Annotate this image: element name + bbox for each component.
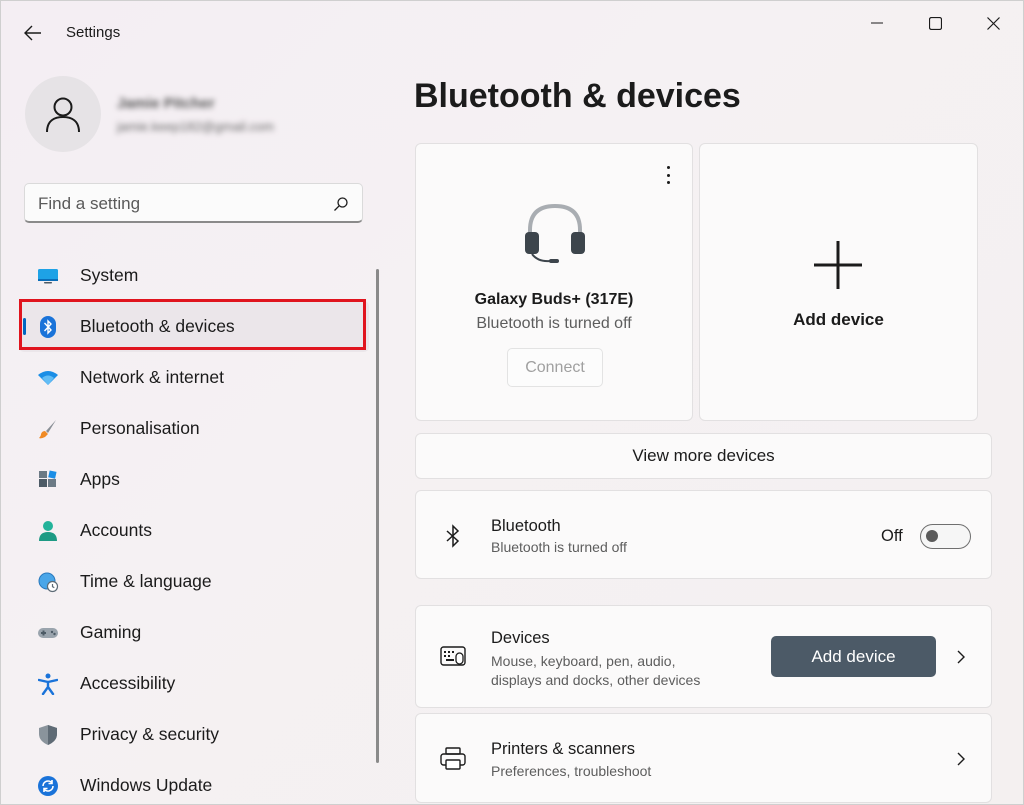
devices-title: Devices <box>491 629 550 647</box>
chevron-right-icon <box>954 650 968 664</box>
minimize-icon <box>871 22 883 24</box>
bluetooth-icon <box>440 523 466 549</box>
printers-subtitle: Preferences, troubleshoot <box>491 763 652 779</box>
sidebar-item-time-language[interactable]: Time & language <box>19 556 369 607</box>
toggle-state-label: Off <box>881 527 903 545</box>
printer-icon <box>440 746 466 772</box>
sidebar-item-windows-update[interactable]: Windows Update <box>19 760 369 804</box>
view-more-devices-button[interactable]: View more devices <box>415 433 992 479</box>
plus-icon <box>814 241 862 289</box>
printers-title: Printers & scanners <box>491 740 635 758</box>
apps-icon <box>37 469 59 491</box>
bluetooth-subtitle: Bluetooth is turned off <box>491 539 627 555</box>
add-device-card[interactable]: Add device <box>699 143 978 421</box>
wifi-icon <box>37 367 59 389</box>
sidebar-item-accounts[interactable]: Accounts <box>19 505 369 556</box>
sidebar-item-label: Gaming <box>80 622 142 642</box>
sidebar-item-label: Personalisation <box>80 418 200 438</box>
sidebar-item-label: Network & internet <box>80 367 224 387</box>
app-title: Settings <box>66 24 121 41</box>
sidebar-item-label: System <box>80 265 139 285</box>
maximize-button[interactable] <box>912 9 958 37</box>
device-status: Bluetooth is turned off <box>476 315 632 332</box>
more-options-icon[interactable] <box>660 164 676 186</box>
search-box <box>24 183 363 223</box>
back-button[interactable] <box>19 19 47 47</box>
accessibility-icon <box>37 673 59 695</box>
bluetooth-setting-row: Bluetooth Bluetooth is turned off Off <box>415 490 992 579</box>
shield-icon <box>37 724 59 746</box>
bluetooth-title: Bluetooth <box>491 517 561 535</box>
system-display-icon <box>37 265 59 287</box>
user-name: Jamie Pitcher <box>117 95 215 112</box>
user-icon <box>46 97 80 133</box>
sidebar-item-bluetooth-devices[interactable]: Bluetooth & devices <box>19 301 369 352</box>
device-name: Galaxy Buds+ (317E) <box>474 291 634 308</box>
sidebar-item-system[interactable]: System <box>19 250 369 301</box>
gamepad-icon <box>37 622 59 644</box>
maximize-icon <box>928 16 942 30</box>
view-more-label: View more devices <box>632 446 775 465</box>
sidebar-item-label: Apps <box>80 469 120 489</box>
sidebar-item-label: Windows Update <box>80 775 213 795</box>
sidebar-item-network-internet[interactable]: Network & internet <box>19 352 369 403</box>
sidebar-item-label: Time & language <box>80 571 212 591</box>
bluetooth-toggle[interactable] <box>920 524 971 549</box>
keyboard-mouse-icon <box>440 644 466 670</box>
sidebar-item-privacy-security[interactable]: Privacy & security <box>19 709 369 760</box>
add-device-button[interactable]: Add device <box>771 636 936 677</box>
accounts-icon <box>37 520 59 542</box>
minimize-button[interactable] <box>854 9 900 37</box>
sidebar-item-apps[interactable]: Apps <box>19 454 369 505</box>
chevron-right-icon <box>954 752 968 766</box>
page-title: Bluetooth & devices <box>414 77 741 115</box>
connect-button[interactable]: Connect <box>507 348 603 387</box>
printers-scanners-row[interactable]: Printers & scanners Preferences, trouble… <box>415 713 992 803</box>
devices-subtitle-line2: displays and docks, other devices <box>491 672 701 688</box>
back-arrow-icon <box>24 25 41 41</box>
devices-setting-row[interactable]: Devices Mouse, keyboard, pen, audio, dis… <box>415 605 992 708</box>
search-input[interactable] <box>38 192 328 216</box>
windows-update-icon <box>37 775 59 797</box>
title-bar: Settings <box>1 1 1023 63</box>
add-device-label: Add device <box>793 310 884 329</box>
bluetooth-icon <box>37 315 59 338</box>
settings-window: Settings Jamie Pitcher jamie.keep182@gma… <box>0 0 1024 805</box>
user-email: jamie.keep182@gmail.com <box>117 119 274 134</box>
time-language-icon <box>37 571 59 593</box>
devices-subtitle-line1: Mouse, keyboard, pen, audio, <box>491 653 676 669</box>
sidebar-item-accessibility[interactable]: Accessibility <box>19 658 369 709</box>
sidebar-item-personalisation[interactable]: Personalisation <box>19 403 369 454</box>
sidebar-item-label: Privacy & security <box>80 724 220 744</box>
sidebar-nav: System Bluetooth & devices Network & int… <box>19 250 369 804</box>
sidebar-item-gaming[interactable]: Gaming <box>19 607 369 658</box>
search-icon[interactable] <box>333 196 349 212</box>
close-icon <box>986 16 1000 30</box>
sidebar-item-label: Accounts <box>80 520 152 540</box>
sidebar-item-label: Bluetooth & devices <box>80 316 235 336</box>
headset-icon <box>525 203 585 263</box>
sidebar-item-label: Accessibility <box>80 673 176 693</box>
paired-device-card: Galaxy Buds+ (317E) Bluetooth is turned … <box>415 143 693 421</box>
paintbrush-icon <box>37 418 59 440</box>
sidebar-scrollbar[interactable] <box>376 269 379 763</box>
avatar[interactable] <box>25 76 101 152</box>
close-button[interactable] <box>970 9 1016 37</box>
